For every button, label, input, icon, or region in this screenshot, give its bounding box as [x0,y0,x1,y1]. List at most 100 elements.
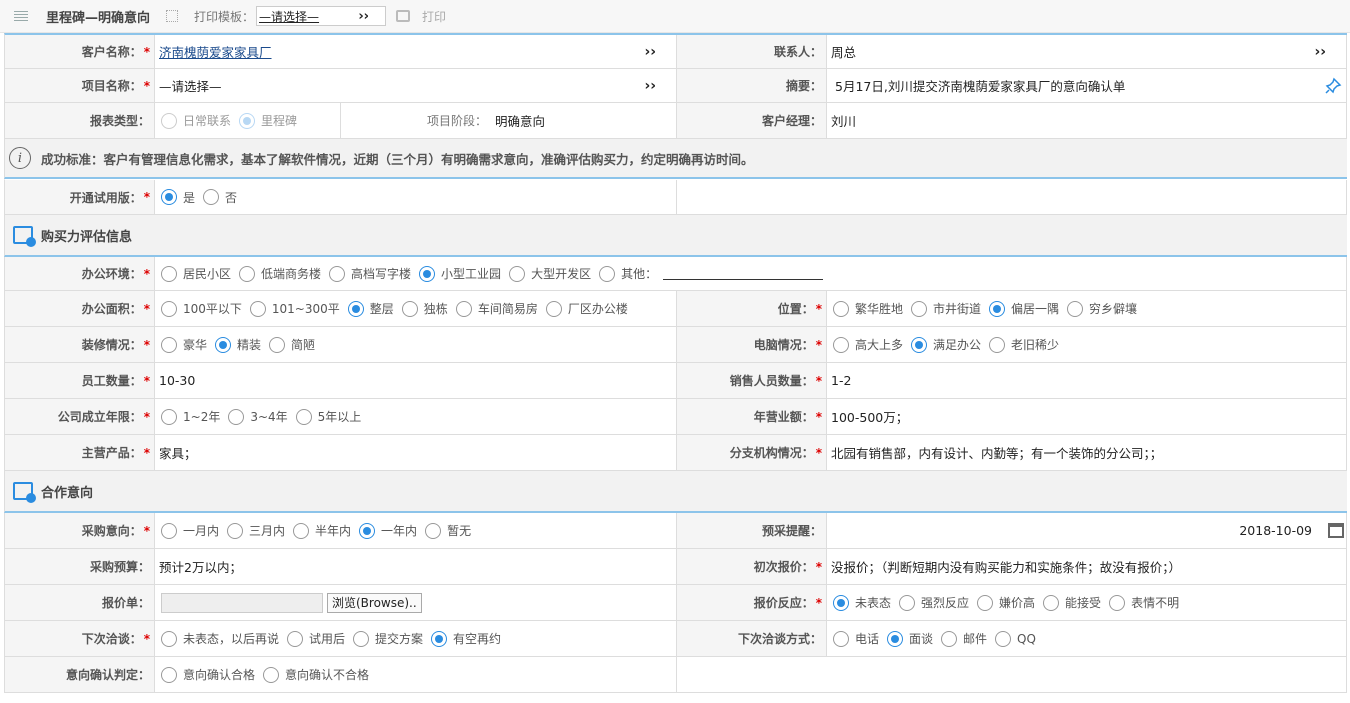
radio-option[interactable]: 有空再约 [429,630,501,647]
radio-option[interactable]: 100平以下 [159,300,242,317]
printer-icon[interactable] [396,10,411,22]
office-area-radio[interactable]: 100平以下 101~300平 整层 独栋 车间简易房 厂区办公楼 [155,291,677,326]
radio-circle-icon [215,336,232,353]
fullscreen-icon[interactable] [166,10,179,22]
radio-circle-icon [287,630,304,647]
radio-option[interactable]: 繁华胜地 [831,300,903,317]
other-input[interactable] [663,268,824,280]
office-env-radio[interactable]: 居民小区 低端商务楼 高档写字楼 小型工业园 大型开发区 其他： [155,257,1347,290]
sales-staff-value[interactable]: 1-2 [827,363,1347,398]
radio-milestone[interactable]: 里程碑 [237,112,297,129]
decoration-label: 装修情况： [81,338,142,352]
computers-radio[interactable]: 高大上多 满足办公 老旧稀少 [827,327,1347,362]
radio-option[interactable]: 未表态，以后再说 [159,630,279,647]
radio-option[interactable]: 1~2年 [159,408,220,425]
radio-option[interactable]: 意向确认不合格 [261,666,369,683]
radio-option[interactable]: 面谈 [885,630,933,647]
radio-option[interactable]: 101~300平 [248,300,340,317]
radio-circle-icon [989,300,1006,317]
radio-option[interactable]: 低端商务楼 [237,265,321,282]
staff-value[interactable]: 10-30 [155,363,677,398]
summary-field[interactable]: 5月17日,刘川提交济南槐荫爱家家具厂的意向确认单 [827,69,1347,102]
radio-option[interactable]: QQ [993,630,1036,647]
report-type-radio[interactable]: 日常联系 里程碑 [155,103,341,138]
radio-option[interactable]: 精装 [213,336,261,353]
radio-option[interactable]: 表情不明 [1107,594,1179,611]
radio-option[interactable]: 试用后 [285,630,345,647]
radio-option[interactable]: 其他： [597,265,657,282]
print-template-select[interactable]: —请选择— ›› [256,6,387,26]
branch-value[interactable]: 北园有销售部，内有设计、内勤等；有一个装饰的分公司；； [827,435,1347,470]
radio-option[interactable]: 一年内 [357,522,417,539]
radio-option[interactable]: 简陋 [267,336,315,353]
radio-option[interactable]: 邮件 [939,630,987,647]
radio-option[interactable]: 小型工业园 [417,265,501,282]
customer-value[interactable]: 济南槐荫爱家家具厂 [159,42,272,61]
purchase-intent-radio[interactable]: 一月内 三月内 半年内 一年内 暂无 [155,513,677,548]
success-criteria-banner: i 成功标准：客户有管理信息化需求，基本了解软件情况，近期（三个月）有明确需求意… [4,139,1347,179]
next-talk-method-radio[interactable]: 电话 面谈 邮件 QQ [827,621,1347,656]
intent-judge-radio[interactable]: 意向确认合格 意向确认不合格 [155,657,677,692]
radio-option[interactable]: 未表态 [831,594,891,611]
radio-circle-icon [977,594,994,611]
pin-icon[interactable] [1324,77,1342,95]
radio-option[interactable]: 电话 [831,630,879,647]
quote-reaction-radio[interactable]: 未表态 强烈反应 嫌价高 能接受 表情不明 [827,585,1347,620]
radio-option[interactable]: 嫌价高 [975,594,1035,611]
radio-option[interactable]: 暂无 [423,522,471,539]
radio-option[interactable]: 能接受 [1041,594,1101,611]
form-icon [13,226,36,247]
section-cooperation: 合作意向 [4,471,1347,513]
project-field[interactable]: —请选择— ›› [155,69,677,102]
radio-circle-icon [347,300,364,317]
radio-option[interactable]: 穷乡僻壤 [1065,300,1137,317]
calendar-icon[interactable] [1328,523,1344,538]
radio-no[interactable]: 否 [201,189,237,206]
radio-option[interactable]: 高档写字楼 [327,265,411,282]
radio-option[interactable]: 老旧稀少 [987,336,1059,353]
radio-circle-icon [833,594,849,611]
location-radio[interactable]: 繁华胜地 市井街道 偏居一隅 穷乡僻壤 [827,291,1347,326]
file-path-input[interactable] [161,592,323,613]
first-quote-value[interactable]: 没报价；（判断短期内没有购买能力和实施条件；故没有报价；） [827,549,1347,584]
radio-option[interactable]: 意向确认合格 [159,666,255,683]
radio-option[interactable]: 半年内 [291,522,351,539]
radio-option[interactable]: 高大上多 [831,336,903,353]
print-button[interactable]: 打印 [422,8,446,25]
radio-circle-icon [833,630,849,647]
radio-option[interactable]: 3~4年 [226,408,288,425]
radio-option[interactable]: 强烈反应 [897,594,969,611]
radio-option[interactable]: 5年以上 [294,408,361,425]
radio-option[interactable]: 市井街道 [909,300,981,317]
radio-option[interactable]: 厂区办公楼 [544,300,628,317]
radio-option[interactable]: 大型开发区 [507,265,591,282]
trial-radio[interactable]: 是 否 [155,180,677,214]
radio-daily[interactable]: 日常联系 [159,112,231,129]
next-talk-radio[interactable]: 未表态，以后再说 试用后 提交方案 有空再约 [155,621,677,656]
chevron-right-icon[interactable]: ›› [644,78,656,94]
radio-option[interactable]: 独栋 [400,300,448,317]
budget-value[interactable]: 预计2万以内； [155,549,677,584]
radio-option[interactable]: 居民小区 [159,265,231,282]
decoration-radio[interactable]: 豪华 精装 简陋 [155,327,677,362]
customer-field[interactable]: 济南槐荫爱家家具厂 ›› [155,35,677,68]
radio-option[interactable]: 满足办公 [909,336,981,353]
browse-button[interactable]: 浏览(Browse).. [327,592,422,613]
chevron-right-icon[interactable]: ›› [644,44,656,60]
menu-icon[interactable] [14,10,28,22]
radio-option[interactable]: 一月内 [159,522,219,539]
contact-field[interactable]: 周总 ›› [827,35,1347,68]
reminder-date-field[interactable]: 2018-10-09 [827,513,1347,548]
radio-yes[interactable]: 是 [159,189,195,206]
radio-option[interactable]: 豪华 [159,336,207,353]
product-value[interactable]: 家具； [155,435,677,470]
chevron-right-icon[interactable]: ›› [1314,44,1326,60]
radio-option[interactable]: 偏居一隅 [987,300,1059,317]
radio-option[interactable]: 三月内 [225,522,285,539]
radio-circle-icon [161,336,177,353]
radio-option[interactable]: 车间简易房 [454,300,538,317]
founded-radio[interactable]: 1~2年 3~4年 5年以上 [155,399,677,434]
radio-option[interactable]: 提交方案 [351,630,423,647]
radio-option[interactable]: 整层 [346,300,394,317]
revenue-value[interactable]: 100-500万； [827,399,1347,434]
